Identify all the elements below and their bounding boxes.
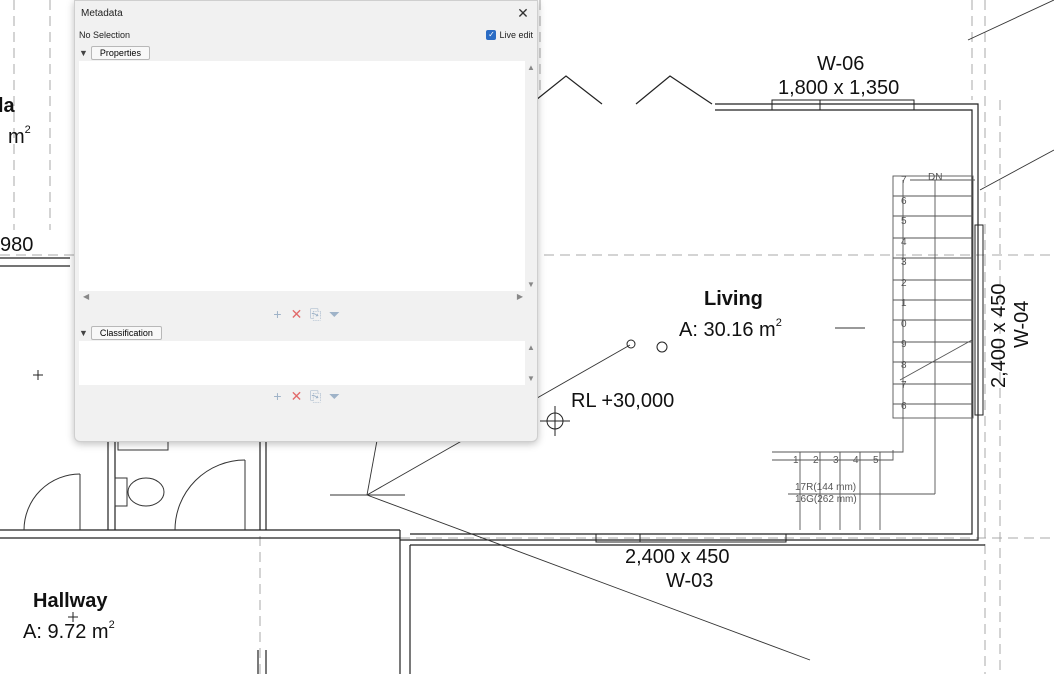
properties-section-header[interactable]: ▼ Properties: [75, 45, 537, 61]
metadata-panel[interactable]: Metadata ✕ No Selection ✓ Live edit ▼ Pro…: [74, 0, 538, 442]
window-size-w03: 2,400 x 450: [625, 546, 730, 568]
scroll-down-icon[interactable]: ▼: [527, 374, 535, 383]
stair-step-number: 3: [833, 455, 839, 466]
scroll-left-icon[interactable]: ◀: [83, 292, 89, 301]
live-edit-label: Live edit: [499, 29, 533, 40]
classification-list[interactable]: ▲ ▼: [79, 341, 537, 385]
properties-vertical-scrollbar[interactable]: ▲ ▼: [525, 61, 537, 291]
delete-classification-icon[interactable]: ✕: [289, 388, 304, 405]
panel-title: Metadata: [81, 7, 123, 19]
stair-step-number: 0: [901, 318, 907, 330]
partial-room-area: m2: [8, 124, 31, 148]
scroll-up-icon[interactable]: ▲: [527, 343, 535, 352]
scroll-down-icon[interactable]: ▼: [527, 280, 535, 289]
scroll-up-icon[interactable]: ▲: [527, 63, 535, 72]
close-icon[interactable]: ✕: [515, 5, 531, 22]
selection-status: No Selection: [79, 30, 131, 40]
dimension-fragment: 980: [0, 234, 34, 256]
filter-classification-icon[interactable]: ⏷: [327, 388, 342, 405]
classification-section-header[interactable]: ▼ Classification: [75, 325, 537, 341]
scroll-right-icon[interactable]: ▶: [517, 292, 523, 301]
stair-step-number: 1: [901, 298, 907, 309]
properties-toolbar: + ✕ ⎘ ⏷: [75, 303, 537, 325]
classification-button[interactable]: Classification: [90, 326, 162, 340]
stair-step-number: 5: [901, 216, 907, 227]
stair-step-number: 3: [901, 257, 907, 268]
stair-step-number: 5: [873, 455, 879, 466]
stair-direction-label: DN: [928, 172, 943, 183]
bifold-door-top: [535, 75, 713, 105]
stair-step-number: 7: [901, 175, 907, 186]
window-tag-w04: W-04: [1011, 300, 1033, 348]
window-size-w04: 2,400 x 450: [988, 283, 1010, 388]
add-property-icon[interactable]: +: [270, 306, 285, 322]
window-tag-w06: W-06: [817, 53, 865, 75]
copy-classification-icon[interactable]: ⎘: [308, 388, 323, 405]
panel-titlebar[interactable]: Metadata ✕: [75, 1, 537, 25]
stair-step-number: 4: [901, 236, 907, 248]
window-tag-w03: W-03: [666, 570, 714, 592]
properties-list[interactable]: ▲ ▼: [79, 61, 537, 291]
delete-property-icon[interactable]: ✕: [289, 306, 304, 323]
filter-property-icon[interactable]: ⏷: [327, 306, 342, 323]
room-name-living: Living: [704, 288, 763, 310]
room-area-hallway: A: 9.72 m2: [23, 619, 115, 643]
add-classification-icon[interactable]: +: [270, 388, 285, 404]
properties-horizontal-scrollbar[interactable]: ◀ ▶: [79, 291, 525, 303]
room-area-living: A: 30.16 m2: [679, 317, 782, 341]
stair-step-number: 2: [813, 455, 819, 466]
properties-button[interactable]: Properties: [90, 46, 150, 60]
bathroom-fixtures: [23, 439, 246, 531]
room-name-hallway: Hallway: [33, 590, 108, 612]
stair-step-number: 1: [793, 455, 799, 466]
checkbox-checked-icon[interactable]: ✓: [486, 30, 497, 41]
window-openings: [595, 99, 984, 543]
stair-going-note: 16G(262 mm): [795, 494, 857, 505]
stair-step-number: 8: [901, 359, 907, 371]
stair-step-number: 6: [901, 400, 907, 412]
collapse-triangle-icon[interactable]: ▼: [79, 328, 88, 338]
live-edit-toggle[interactable]: ✓ Live edit: [486, 30, 533, 41]
selection-row: No Selection ✓ Live edit: [75, 25, 537, 45]
stairs: [772, 175, 975, 530]
copy-property-icon[interactable]: ⎘: [308, 306, 323, 323]
level-marker-label: RL +30,000: [571, 390, 675, 412]
stair-riser-note: 17R(144 mm): [795, 482, 857, 493]
stair-step-number: 6: [901, 195, 907, 207]
stair-step-number: 4: [853, 455, 859, 466]
stair-step-number: 9: [901, 339, 907, 350]
window-size-w06: 1,800 x 1,350: [778, 77, 900, 99]
classification-vertical-scrollbar[interactable]: ▲ ▼: [525, 341, 537, 385]
partial-room-name: la: [0, 95, 15, 117]
stair-step-number: 2: [901, 277, 907, 289]
classification-toolbar: + ✕ ⎘ ⏷: [75, 385, 537, 407]
stair-step-number: 7: [901, 380, 907, 391]
collapse-triangle-icon[interactable]: ▼: [79, 48, 88, 58]
